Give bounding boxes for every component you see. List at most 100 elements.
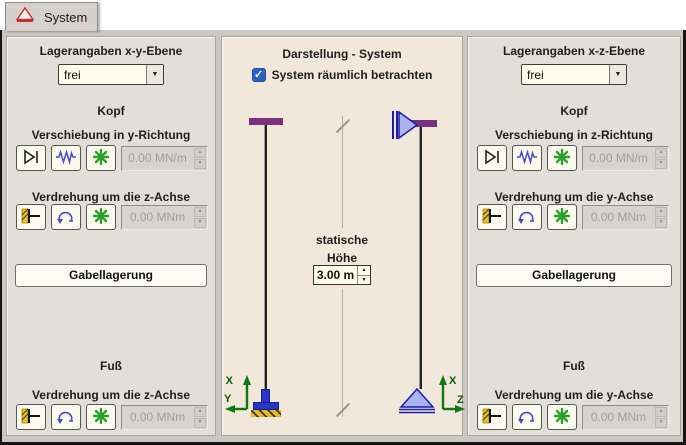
support-type-dropdown[interactable]: frei ▼ bbox=[58, 64, 164, 85]
restraint-clamped-button[interactable] bbox=[477, 404, 507, 430]
support-spring-button[interactable] bbox=[51, 145, 81, 171]
dimension-tick bbox=[336, 403, 350, 417]
restraint-rigid-button[interactable] bbox=[86, 204, 116, 230]
support-rigid-button[interactable] bbox=[86, 145, 116, 171]
restraint-rigid-button[interactable] bbox=[547, 204, 577, 230]
rotation-spring-button[interactable] bbox=[51, 204, 81, 230]
section-heading-kopf: Kopf bbox=[468, 104, 680, 118]
dimension-tick bbox=[336, 119, 350, 133]
spring-icon bbox=[516, 149, 538, 168]
rotation-spring-button[interactable] bbox=[51, 404, 81, 430]
stiffness-value: 0.00 MNm bbox=[122, 406, 193, 429]
spinner: ▲ ▼ bbox=[654, 206, 668, 229]
fuss-rotation-row: 0.00 MNm ▲ ▼ bbox=[16, 404, 208, 430]
stiffness-input[interactable]: 0.00 MNm ▲ ▼ bbox=[582, 205, 669, 230]
stiffness-input[interactable]: 0.00 MN/m ▲ ▼ bbox=[121, 146, 208, 171]
chevron-down-icon[interactable]: ▼ bbox=[146, 65, 163, 84]
spatial-checkbox-label: System räumlich betrachten bbox=[272, 68, 433, 82]
clamp-icon bbox=[20, 408, 42, 427]
column-shaft bbox=[419, 127, 422, 389]
support-type-dropdown[interactable]: frei ▼ bbox=[521, 64, 627, 85]
clamp-icon bbox=[481, 208, 503, 227]
spin-up-icon[interactable]: ▲ bbox=[194, 407, 206, 417]
spinner: ▲ ▼ bbox=[193, 406, 207, 429]
tab-system[interactable]: System bbox=[5, 2, 98, 31]
spatial-checkbox[interactable]: ✓ bbox=[252, 68, 266, 82]
row3-label: Verdrehung um die y-Achse bbox=[468, 388, 680, 402]
height-input[interactable]: 3.00 m ▲ ▼ bbox=[313, 265, 371, 285]
support-rigid-button[interactable] bbox=[547, 145, 577, 171]
spinner: ▲ ▼ bbox=[193, 147, 207, 170]
kopf-rotation-row: 0.00 MNm ▲ ▼ bbox=[477, 204, 669, 230]
spin-down-icon[interactable]: ▼ bbox=[358, 276, 370, 285]
spin-up-icon[interactable]: ▲ bbox=[655, 407, 667, 417]
kopf-rotation-row: 0.00 MNm ▲ ▼ bbox=[16, 204, 208, 230]
rotation-arc-icon bbox=[56, 408, 76, 427]
dropdown-value: frei bbox=[59, 65, 146, 84]
dropdown-value: frei bbox=[522, 65, 609, 84]
axis-indicator-xz: X Z bbox=[433, 371, 467, 415]
spin-up-icon[interactable]: ▲ bbox=[194, 148, 206, 158]
restraint-rigid-button[interactable] bbox=[547, 404, 577, 430]
axis-label-y: Y bbox=[224, 393, 232, 405]
clamp-icon bbox=[20, 208, 42, 227]
restraint-rigid-button[interactable] bbox=[86, 404, 116, 430]
free-support-icon bbox=[21, 148, 41, 169]
restraint-clamped-button[interactable] bbox=[16, 204, 46, 230]
panel-system-view: Darstellung - System ✓ System räumlich b… bbox=[221, 36, 463, 436]
fixed-base-stem bbox=[261, 389, 270, 403]
spin-down-icon[interactable]: ▼ bbox=[194, 159, 206, 169]
support-free-button[interactable] bbox=[477, 145, 507, 171]
stiffness-input[interactable]: 0.00 MNm ▲ ▼ bbox=[582, 405, 669, 430]
spin-up-icon[interactable]: ▲ bbox=[655, 207, 667, 217]
support-spring-button[interactable] bbox=[512, 145, 542, 171]
panel-title: Darstellung - System bbox=[222, 47, 462, 61]
chevron-down-icon[interactable]: ▼ bbox=[609, 65, 626, 84]
clamp-icon bbox=[481, 408, 503, 427]
row1-label: Verschiebung in y-Richtung bbox=[7, 128, 215, 142]
column-top-flange bbox=[249, 118, 283, 125]
stiffness-input[interactable]: 0.00 MN/m ▲ ▼ bbox=[582, 146, 669, 171]
stiffness-value: 0.00 MNm bbox=[122, 206, 193, 229]
spatial-checkbox-row: ✓ System räumlich betrachten bbox=[222, 68, 462, 82]
spin-down-icon[interactable]: ▼ bbox=[655, 218, 667, 228]
spinner: ▲ ▼ bbox=[357, 266, 370, 284]
asterisk-icon bbox=[92, 207, 110, 228]
rotation-spring-button[interactable] bbox=[512, 404, 542, 430]
section-heading-fuss: Fuß bbox=[7, 359, 215, 373]
restraint-clamped-button[interactable] bbox=[16, 404, 46, 430]
dimension-line bbox=[342, 289, 343, 417]
rotation-arc-icon bbox=[517, 408, 537, 427]
spin-down-icon[interactable]: ▼ bbox=[655, 159, 667, 169]
axis-label-z: Z bbox=[457, 394, 464, 406]
spin-up-icon[interactable]: ▲ bbox=[358, 266, 370, 276]
stiffness-value: 0.00 MN/m bbox=[583, 147, 654, 170]
restraint-clamped-button[interactable] bbox=[477, 204, 507, 230]
axis-indicator-xy: X Y bbox=[223, 371, 257, 415]
height-label-line2: Höhe bbox=[222, 251, 462, 265]
spring-icon bbox=[55, 149, 77, 168]
rotation-spring-button[interactable] bbox=[512, 204, 542, 230]
spin-down-icon[interactable]: ▼ bbox=[194, 218, 206, 228]
stiffness-input[interactable]: 0.00 MNm ▲ ▼ bbox=[121, 405, 208, 430]
spin-up-icon[interactable]: ▲ bbox=[655, 148, 667, 158]
gabellagerung-button[interactable]: Gabellagerung bbox=[476, 264, 672, 287]
panel-title: Lagerangaben x-y-Ebene bbox=[7, 44, 215, 58]
panel-supports-xz: Lagerangaben x-z-Ebene frei ▼ Kopf Versc… bbox=[467, 36, 681, 436]
spin-down-icon[interactable]: ▼ bbox=[194, 418, 206, 428]
gabellagerung-button[interactable]: Gabellagerung bbox=[15, 264, 207, 287]
dimension-line bbox=[342, 116, 343, 228]
stiffness-value: 0.00 MNm bbox=[583, 406, 654, 429]
spin-down-icon[interactable]: ▼ bbox=[655, 418, 667, 428]
axis-label-x: X bbox=[226, 375, 234, 387]
spinner: ▲ ▼ bbox=[193, 206, 207, 229]
asterisk-icon bbox=[553, 407, 571, 428]
spinner: ▲ ▼ bbox=[654, 406, 668, 429]
row1-label: Verschiebung in z-Richtung bbox=[468, 128, 680, 142]
spin-up-icon[interactable]: ▲ bbox=[194, 207, 206, 217]
spinner: ▲ ▼ bbox=[654, 147, 668, 170]
stiffness-input[interactable]: 0.00 MNm ▲ ▼ bbox=[121, 205, 208, 230]
support-free-button[interactable] bbox=[16, 145, 46, 171]
stiffness-value: 0.00 MN/m bbox=[122, 147, 193, 170]
section-heading-kopf: Kopf bbox=[7, 104, 215, 118]
